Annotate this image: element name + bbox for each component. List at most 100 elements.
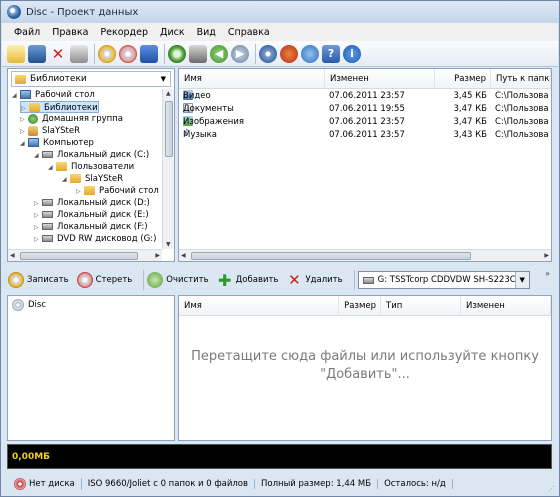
drive-select-value: G: TSSTcorp CDDVDW SH-S223C [377,275,516,285]
collapse-panel-icon[interactable]: » [545,269,550,278]
tree-item-user-desktop[interactable]: ▷ Рабочий стол [76,185,159,197]
tree-horizontal-scrollbar[interactable]: ◀ ▶ [8,249,162,261]
file-row[interactable]: Документы 07.06.2011 19:55 3,47 КБ C:\По… [179,103,551,116]
copy-disc-icon[interactable] [168,44,186,63]
drive-select[interactable]: G: TSSTcorp CDDVDW SH-S223C ▼ [357,271,530,289]
scroll-right-icon[interactable]: ▶ [544,252,549,259]
image-icon[interactable] [189,44,207,63]
expander-icon[interactable]: ◢ [12,90,20,102]
properties-icon[interactable] [140,44,158,63]
disc-root-label: Disc [28,300,47,310]
status-disc: Нет диска [8,478,82,490]
tree-item-libraries[interactable]: ▷ Библиотеки [20,101,99,113]
help-icon[interactable]: ? [322,44,340,63]
menu-recorder[interactable]: Рекордер [94,27,154,38]
expander-icon[interactable]: ◢ [48,162,56,174]
menu-view[interactable]: Вид [191,27,222,38]
close-project-icon[interactable]: ✕ [49,45,67,63]
tree-item-user[interactable]: ▷ SlaYSteR [20,125,80,137]
back-icon[interactable]: ◀ [210,44,228,63]
clear-button[interactable]: Очистить [147,272,209,288]
column-name[interactable]: Имя [179,69,325,89]
status-disc-label: Нет диска [29,479,75,489]
file-row[interactable]: Видео 07.06.2011 23:57 3,45 КБ C:\Пользо… [179,90,551,103]
tree-item-computer[interactable]: ◢ Компьютер [20,137,94,149]
expander-icon[interactable]: ◢ [62,174,70,186]
column-size[interactable]: Размер [339,296,381,316]
burn-icon[interactable] [98,44,116,63]
settings-icon[interactable] [259,44,277,63]
menu-file[interactable]: Файл [8,27,46,38]
expander-icon[interactable]: ▷ [34,234,42,246]
record-icon[interactable] [280,44,298,63]
erase-icon[interactable] [119,44,137,63]
column-name[interactable]: Имя [179,296,339,316]
tree-item-label: Домашняя группа [42,114,123,124]
save-icon[interactable] [28,44,46,63]
scroll-thumb[interactable] [165,101,173,157]
tree-item-drive-e[interactable]: ▷ Локальный диск (E:) [34,209,149,221]
resize-grip-icon[interactable]: ⋰ [548,485,555,493]
add-label: Добавить [235,275,279,285]
file-row[interactable]: ♪ Музыка 07.06.2011 23:57 3,43 КБ C:\Поль… [179,129,551,142]
file-size: 3,47 КБ [453,117,488,127]
tree-item-drive-c[interactable]: ◢ Локальный диск (C:) [34,149,149,161]
column-modified[interactable]: Изменен [461,296,551,316]
menu-edit[interactable]: Правка [46,27,94,38]
tree-item-drive-g[interactable]: ▷ DVD RW дисковод (G:) [34,233,156,245]
scroll-thumb[interactable] [191,252,471,260]
tree-vertical-scrollbar[interactable]: ▲ ▼ [162,89,174,249]
menu-help[interactable]: Справка [222,27,276,38]
menu-disc[interactable]: Диск [154,27,191,38]
file-list-panel: Имя Изменен Размер Путь к папке Видео 07… [178,68,552,262]
chevron-down-icon[interactable]: ▼ [161,75,166,83]
no-disc-icon [14,478,26,490]
web-icon[interactable] [301,44,319,63]
file-row[interactable]: Изображения 07.06.2011 23:57 3,47 КБ C:\… [179,116,551,129]
library-icon [29,103,40,112]
new-project-icon[interactable] [7,44,25,63]
erase-button[interactable]: Стереть [76,272,132,288]
chevron-down-icon[interactable]: ▼ [514,272,529,288]
file-size: 3,43 КБ [453,130,488,140]
tree-item-homegroup[interactable]: ▷ Домашняя группа [20,113,123,125]
toolbar-separator [164,43,165,64]
delete-button[interactable]: ✕ Удалить [286,271,342,289]
scroll-down-icon[interactable]: ▼ [166,241,171,248]
scroll-up-icon[interactable]: ▲ [166,90,171,97]
app-icon [7,5,21,19]
expander-icon[interactable]: ◢ [20,138,28,150]
file-size: 3,47 КБ [453,104,488,114]
tree-item-label: Локальный диск (E:) [57,210,149,220]
info-icon[interactable]: i [343,44,361,63]
tree-item-drive-f[interactable]: ▷ Локальный диск (F:) [34,221,148,233]
tree-item-users[interactable]: ◢ Пользователи [48,161,134,173]
expander-icon[interactable]: ◢ [34,150,42,162]
scroll-left-icon[interactable]: ◀ [10,252,15,259]
file-modified: 07.06.2011 23:57 [329,130,405,140]
file-name: Музыка [183,130,217,140]
tree-item-desktop[interactable]: ◢ Рабочий стол [12,89,95,101]
column-path[interactable]: Путь к папке [491,69,551,89]
status-bar: Нет диска ISO 9660/Joliet с 0 папок и 0 … [2,472,558,496]
scroll-thumb[interactable] [20,252,138,260]
toolbar-separator [255,43,256,64]
drop-hint: Перетащите сюда файлы или используйте кн… [179,348,551,384]
tree-item-drive-d[interactable]: ▷ Локальный диск (D:) [34,197,150,209]
library-combo[interactable]: Библиотеки ▼ [11,71,171,87]
tree-item-label: Компьютер [43,138,94,148]
burn-button[interactable]: Записать [8,272,69,288]
disc-root-node[interactable]: Disc [12,299,46,311]
add-button[interactable]: ✚ Добавить [217,270,279,290]
column-type[interactable]: Тип [381,296,461,316]
forward-icon[interactable]: ▶ [231,44,249,63]
file-list-horizontal-scrollbar[interactable]: ◀ ▶ [179,249,551,261]
column-modified[interactable]: Изменен [325,69,435,89]
column-size[interactable]: Размер [435,69,491,89]
scroll-left-icon[interactable]: ◀ [181,252,186,259]
tree-item-label: Локальный диск (D:) [57,198,150,208]
tree-item-user-folder[interactable]: ◢ SlaYSteR [62,173,123,185]
plus-icon: ✚ [217,270,232,290]
scroll-right-icon[interactable]: ▶ [155,252,160,259]
print-icon[interactable] [70,44,88,63]
